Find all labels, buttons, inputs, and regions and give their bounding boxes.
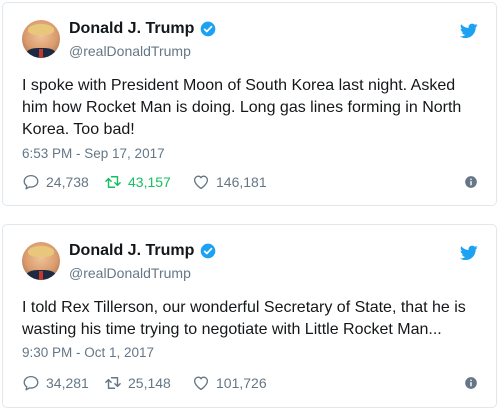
reply-icon (23, 375, 39, 391)
info-button[interactable] (464, 172, 478, 192)
reply-icon (23, 174, 39, 190)
retweet-button[interactable]: 25,148 (104, 373, 171, 393)
retweet-icon (105, 377, 121, 389)
like-count: 146,181 (216, 174, 267, 190)
tweet-text: I spoke with President Moon of South Kor… (22, 77, 462, 138)
author-name-row[interactable]: Donald J. Trump (69, 242, 216, 260)
heart-icon (193, 376, 209, 391)
author-name[interactable]: Donald J. Trump (69, 242, 194, 260)
retweet-count: 25,148 (128, 375, 171, 391)
avatar[interactable] (22, 242, 60, 280)
reply-button[interactable]: 24,738 (22, 172, 89, 192)
author-handle[interactable]: @realDonaldTrump (69, 43, 191, 59)
like-button[interactable]: 146,181 (192, 172, 267, 192)
twitter-bird-icon[interactable] (460, 23, 478, 39)
tweet-actions: 34,281 25,148 101,726 (22, 373, 478, 393)
reply-button[interactable]: 34,281 (22, 373, 89, 393)
avatar[interactable] (22, 20, 60, 58)
twitter-bird-icon[interactable] (460, 245, 478, 261)
like-button[interactable]: 101,726 (192, 373, 267, 393)
tweet-card[interactable]: Donald J. Trump @realDonaldTrump I spoke… (2, 2, 497, 206)
author-name[interactable]: Donald J. Trump (69, 20, 194, 38)
author-name-row[interactable]: Donald J. Trump (69, 20, 216, 38)
verified-badge-icon (201, 21, 216, 37)
info-icon (465, 377, 477, 389)
tweet-actions: 24,738 43,157 146,181 (22, 172, 478, 192)
retweet-icon (105, 176, 121, 188)
verified-badge-icon (201, 243, 216, 259)
tweet-card[interactable]: Donald J. Trump @realDonaldTrump I told … (2, 224, 497, 408)
info-icon (465, 176, 477, 188)
like-count: 101,726 (216, 375, 267, 391)
tweet-timestamp[interactable]: 9:30 PM - Oct 1, 2017 (22, 345, 154, 360)
tweet-timestamp[interactable]: 6:53 PM - Sep 17, 2017 (22, 146, 165, 161)
reply-count: 34,281 (46, 375, 89, 391)
author-handle[interactable]: @realDonaldTrump (69, 265, 191, 281)
retweet-count: 43,157 (128, 174, 171, 190)
tweet-text: I told Rex Tillerson, our wonderful Secr… (22, 299, 466, 338)
heart-icon (193, 175, 209, 190)
retweet-button[interactable]: 43,157 (104, 172, 171, 192)
info-button[interactable] (464, 373, 478, 393)
reply-count: 24,738 (46, 174, 89, 190)
